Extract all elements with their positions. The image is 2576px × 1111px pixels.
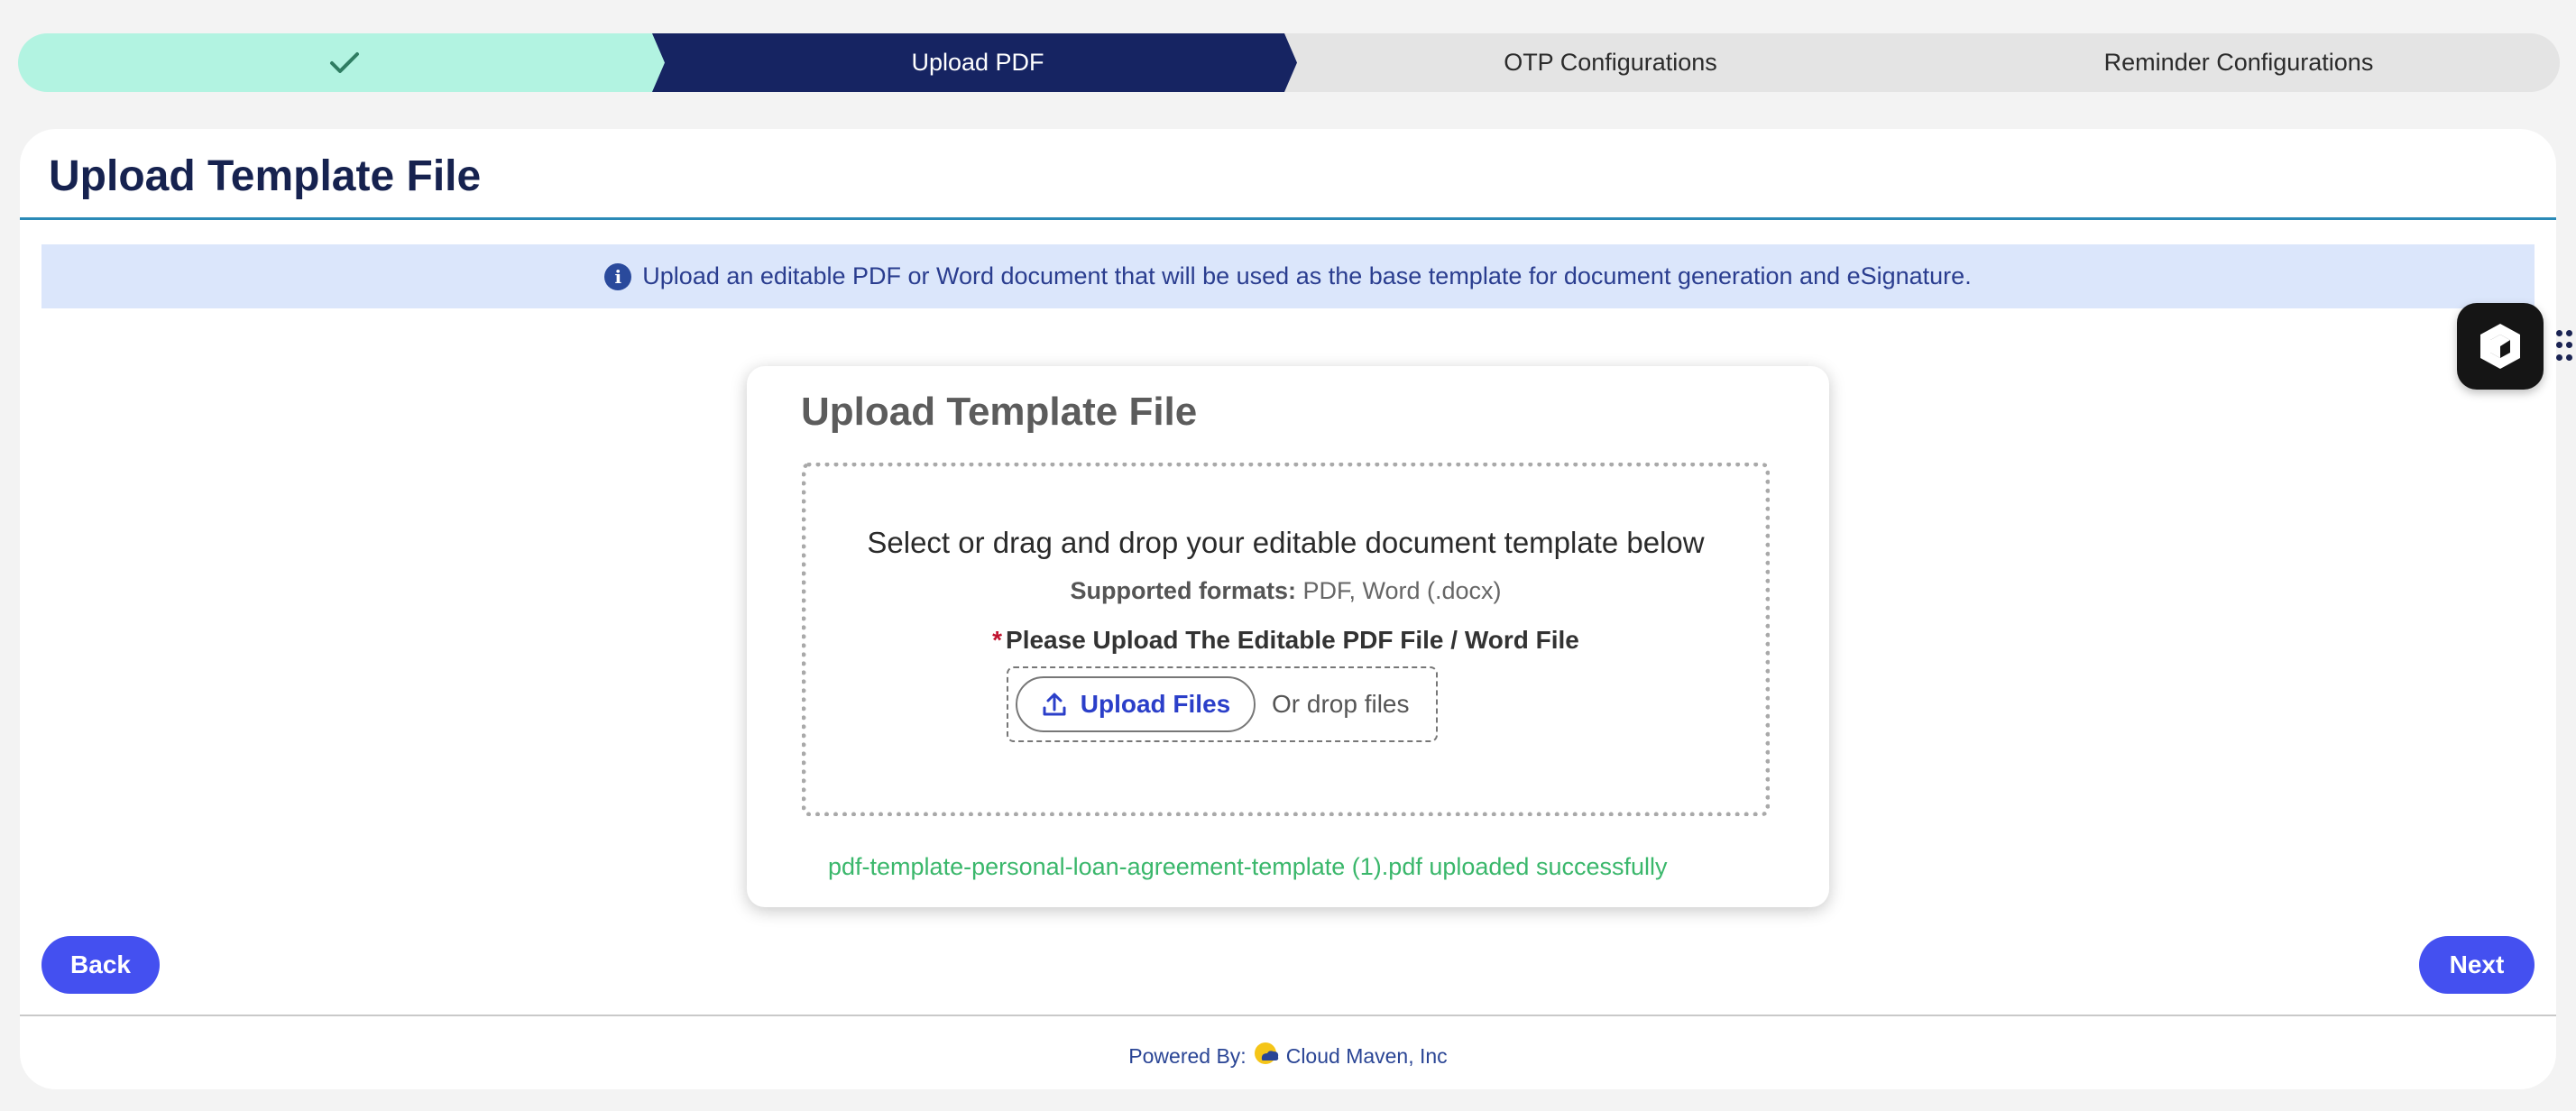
step-upload-pdf[interactable]: Upload PDF [652, 33, 1303, 92]
upload-success-message: pdf-template-personal-loan-agreement-tem… [828, 853, 1668, 880]
step-reminder-configurations[interactable]: Reminder Configurations [1918, 33, 2560, 92]
upload-card: Upload Template File Select or drag and … [747, 366, 1829, 907]
drop-zone[interactable]: Select or drag and drop your editable do… [802, 463, 1770, 816]
upload-files-label: Upload Files [1080, 690, 1231, 718]
step-completed[interactable] [18, 33, 671, 92]
title-divider [20, 217, 2556, 220]
hexagon-logo-icon [2480, 324, 2520, 369]
upload-files-button[interactable]: Upload Files [1016, 676, 1256, 732]
upload-icon [1043, 693, 1066, 716]
progress-stepper: Upload PDF OTP Configurations Reminder C… [18, 33, 2560, 92]
formats-label: Supported formats: [1070, 577, 1296, 604]
supported-formats: Supported formats: PDF, Word (.docx) [806, 577, 1765, 605]
file-upload-box[interactable]: Upload Files Or drop files [1007, 666, 1438, 742]
step-label: OTP Configurations [1504, 49, 1717, 76]
page-title: Upload Template File [49, 152, 482, 200]
footer-divider [20, 1015, 2556, 1016]
info-banner-text: Upload an editable PDF or Word document … [642, 262, 1972, 289]
info-icon: i [604, 262, 632, 290]
floating-assistant-button[interactable] [2457, 303, 2544, 390]
next-button[interactable]: Next [2419, 936, 2535, 994]
drop-instructions: Select or drag and drop your editable do… [867, 526, 1705, 559]
main-card: Upload Template File i Upload an editabl… [20, 129, 2556, 1089]
upload-card-title: Upload Template File [801, 390, 1198, 434]
powered-by-label: Powered By: [1128, 1043, 1247, 1068]
drop-files-text: Or drop files [1272, 690, 1410, 718]
info-banner: i Upload an editable PDF or Word documen… [41, 244, 2535, 308]
formats-value: PDF, Word (.docx) [1302, 577, 1502, 604]
step-label: Upload PDF [911, 49, 1044, 76]
check-icon [329, 51, 360, 75]
company-name: Cloud Maven, Inc [1285, 1043, 1448, 1068]
footer: Powered By: Cloud Maven, Inc [20, 1040, 2556, 1072]
upload-field-label: * Please Upload The Editable PDF File / W… [806, 626, 1765, 655]
required-marker: * [992, 626, 1003, 654]
back-button[interactable]: Back [41, 936, 160, 994]
step-label: Reminder Configurations [2103, 49, 2374, 76]
upload-field-label-text: Please Upload The Editable PDF File / Wo… [1006, 626, 1579, 654]
cloud-maven-logo-icon [1254, 1040, 1281, 1072]
drag-handle-icon[interactable] [2556, 330, 2572, 363]
step-otp-configurations[interactable]: OTP Configurations [1284, 33, 1937, 92]
